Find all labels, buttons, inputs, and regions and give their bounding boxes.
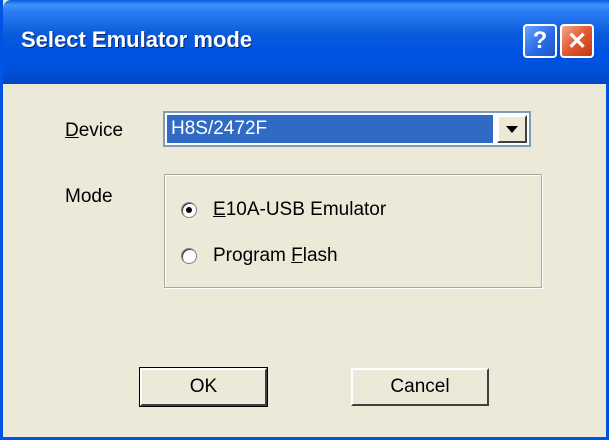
dropdown-button[interactable]: [497, 115, 527, 143]
device-select[interactable]: H8S/2472F: [163, 111, 531, 147]
radio-label-e10a-mnemonic: E: [213, 199, 226, 220]
radio-button-unchecked[interactable]: [181, 248, 197, 264]
radio-label-flash-mnemonic: F: [291, 245, 303, 266]
radio-label-e10a: E10A-USB Emulator: [213, 199, 386, 221]
radio-button-checked[interactable]: [181, 202, 197, 218]
radio-label-e10a-rest: 10A-USB Emulator: [225, 199, 387, 220]
radio-option-e10a-usb-emulator[interactable]: E10A-USB Emulator: [181, 199, 386, 221]
help-icon: ?: [532, 27, 548, 54]
dialog-title: Select Emulator mode: [21, 27, 253, 52]
radio-label-program-prefix: Program: [213, 245, 292, 266]
close-button[interactable]: ✕: [560, 24, 594, 58]
radio-label-program-flash: Program Flash: [213, 245, 338, 267]
chevron-down-icon: [506, 125, 518, 133]
ok-button[interactable]: OK: [139, 367, 268, 407]
cancel-button[interactable]: Cancel: [351, 368, 489, 406]
device-label: Device: [65, 120, 123, 142]
mode-groupbox: [164, 174, 542, 288]
device-label-mnemonic: D: [65, 120, 79, 141]
help-button[interactable]: ?: [523, 24, 557, 58]
dialog-window: Select Emulator mode ? ✕ Device H8S/2472…: [0, 0, 609, 440]
titlebar[interactable]: Select Emulator mode ? ✕: [3, 0, 609, 84]
device-label-rest: evice: [78, 120, 124, 141]
device-select-value[interactable]: H8S/2472F: [167, 115, 493, 143]
close-icon: ✕: [566, 27, 588, 55]
mode-label: Mode: [65, 186, 113, 207]
radio-label-flash-rest: lash: [302, 245, 338, 266]
radio-option-program-flash[interactable]: Program Flash: [181, 245, 338, 267]
